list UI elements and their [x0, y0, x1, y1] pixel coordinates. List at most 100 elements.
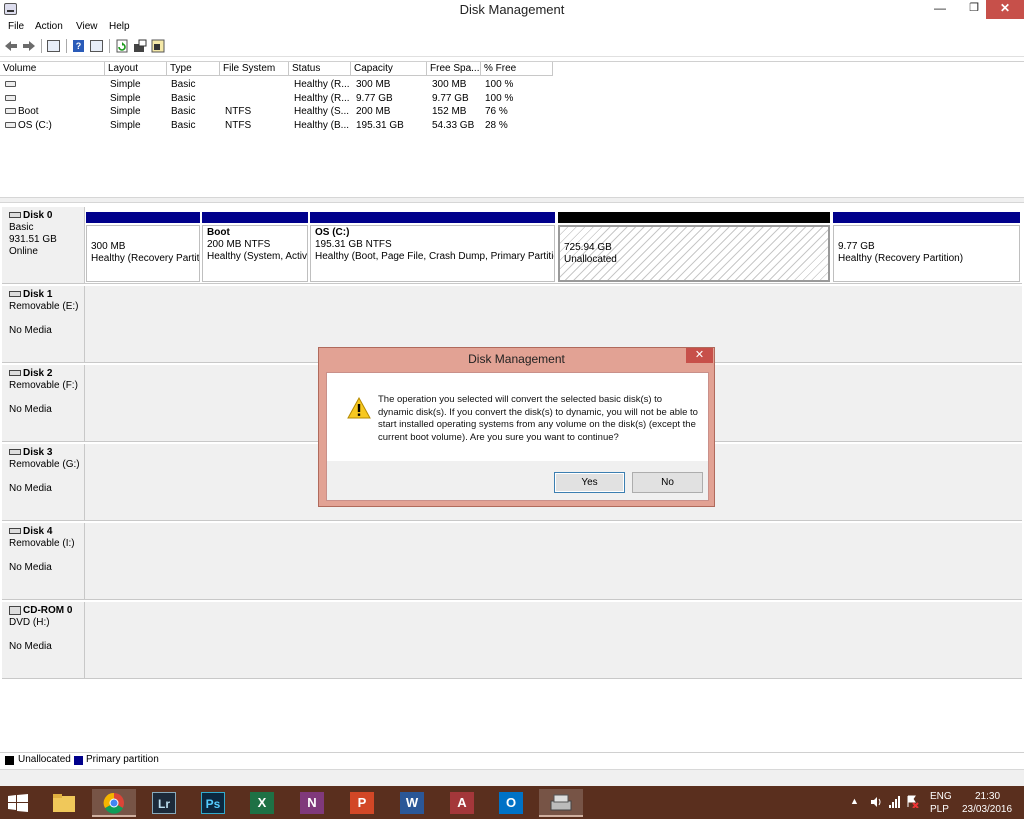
row-capacity: 195.31 GB — [356, 120, 404, 131]
taskbar-access[interactable]: A — [440, 789, 484, 817]
column-header-free-space[interactable]: Free Spa... — [427, 62, 481, 76]
disk-0-partitions: 300 MB Healthy (Recovery Partiti Boot 20… — [85, 207, 1022, 284]
network-icon[interactable] — [888, 796, 900, 808]
disk-management-icon — [550, 794, 572, 811]
window-title: Disk Management — [459, 2, 565, 17]
row-file-system — [222, 92, 289, 105]
partition-recovery-9gb[interactable]: 9.77 GB Healthy (Recovery Partition) — [833, 212, 1020, 282]
console-tree-icon[interactable] — [47, 40, 60, 52]
legend-primary-label: Primary partition — [86, 754, 159, 765]
properties-icon[interactable] — [90, 40, 103, 52]
help-icon[interactable]: ? — [73, 40, 84, 52]
yes-button[interactable]: Yes — [554, 472, 625, 493]
partition-recovery-300mb[interactable]: 300 MB Healthy (Recovery Partiti — [86, 212, 200, 282]
volume-settings-icon[interactable] — [151, 39, 165, 53]
disk-0-label[interactable]: Disk 0 Basic 931.51 GB Online — [2, 207, 85, 284]
disk-1-label[interactable]: Disk 1 Removable (E:) No Media — [2, 286, 85, 363]
disk-settings-icon[interactable] — [133, 39, 147, 53]
volume-icon[interactable] — [870, 796, 882, 808]
clock-time[interactable]: 21:30 — [975, 791, 1000, 802]
show-hidden-icons-icon[interactable]: ▲ — [850, 796, 859, 806]
column-header-layout[interactable]: Layout — [105, 62, 167, 76]
word-icon: W — [400, 792, 424, 814]
column-header-type[interactable]: Type — [167, 62, 220, 76]
column-header-percent-free[interactable]: % Free — [481, 62, 553, 76]
back-arrow-icon[interactable] — [4, 39, 18, 53]
disk-2-label[interactable]: Disk 2 Removable (F:) No Media — [2, 365, 85, 442]
dialog-message: The operation you selected will convert … — [378, 394, 698, 443]
cdrom-0-label[interactable]: CD-ROM 0 DVD (H:) No Media — [2, 602, 85, 679]
forward-arrow-icon[interactable] — [22, 39, 36, 53]
excel-icon: X — [250, 792, 274, 814]
column-header-status[interactable]: Status — [289, 62, 351, 76]
onenote-icon: N — [300, 792, 324, 814]
taskbar-powerpoint[interactable]: P — [340, 789, 384, 817]
taskbar-lightroom[interactable]: Lr — [142, 789, 186, 817]
menu-file[interactable]: File — [8, 21, 24, 32]
partition-boot[interactable]: Boot 200 MB NTFS Healthy (System, Activ — [202, 212, 308, 282]
disk-icon — [9, 528, 21, 535]
row-type: Basic — [171, 93, 196, 104]
disk-3-label[interactable]: Disk 3 Removable (G:) No Media — [2, 444, 85, 521]
photoshop-icon: Ps — [201, 792, 225, 814]
legend-unallocated-label: Unallocated — [18, 754, 71, 765]
taskbar-word[interactable]: W — [390, 789, 434, 817]
dialog-title: Disk Management — [468, 352, 565, 366]
disk-4-area — [85, 523, 1022, 600]
row-status: Healthy (R... — [294, 93, 350, 104]
row-layout: Simple — [110, 120, 141, 131]
disk-4-label[interactable]: Disk 4 Removable (I:) No Media — [2, 523, 85, 600]
action-center-icon[interactable] — [906, 795, 919, 808]
taskbar-file-explorer[interactable] — [42, 789, 86, 817]
row-file-system — [222, 78, 289, 91]
taskbar-photoshop[interactable]: Ps — [191, 789, 235, 817]
column-header-capacity[interactable]: Capacity — [351, 62, 427, 76]
powerpoint-icon: P — [350, 792, 374, 814]
drive-icon — [5, 122, 16, 129]
partition-bar — [202, 212, 308, 223]
dialog-body: The operation you selected will convert … — [326, 372, 709, 501]
row-percent-free: 100 % — [485, 93, 514, 104]
row-status: Healthy (B... — [294, 120, 350, 131]
row-capacity: 9.77 GB — [356, 93, 393, 104]
access-icon: A — [450, 792, 474, 814]
row-volume: OS (C:) — [2, 119, 105, 132]
taskbar-outlook[interactable]: O — [489, 789, 533, 817]
row-percent-free: 100 % — [485, 79, 514, 90]
taskbar-disk-management[interactable] — [539, 789, 583, 817]
keyboard-layout[interactable]: PLP — [930, 804, 949, 815]
restore-button[interactable]: ❐ — [960, 0, 988, 19]
taskbar-chrome[interactable] — [92, 789, 136, 817]
row-layout: Simple — [110, 106, 141, 117]
column-header-volume[interactable]: Volume — [0, 62, 105, 76]
refresh-icon[interactable] — [115, 39, 129, 53]
taskbar-onenote[interactable]: N — [290, 789, 334, 817]
menu-view[interactable]: View — [76, 21, 98, 32]
windows-start-icon[interactable] — [8, 794, 28, 812]
row-free-space: 9.77 GB — [432, 93, 469, 104]
toolbar: ? — [0, 36, 1024, 57]
close-button[interactable]: ✕ — [986, 0, 1024, 19]
pane-splitter[interactable] — [0, 197, 1024, 203]
partition-unallocated[interactable]: 725.94 GB Unallocated — [558, 212, 830, 282]
partition-os-c[interactable]: OS (C:) 195.31 GB NTFS Healthy (Boot, Pa… — [310, 212, 555, 282]
row-free-space: 54.33 GB — [432, 120, 475, 131]
menu-action[interactable]: Action — [35, 21, 63, 32]
minimize-button[interactable]: — — [926, 0, 954, 19]
clock-date[interactable]: 23/03/2016 — [962, 804, 1012, 815]
taskbar-excel[interactable]: X — [240, 789, 284, 817]
disk-icon — [9, 370, 21, 377]
row-status: Healthy (S... — [294, 106, 350, 117]
no-button[interactable]: No — [632, 472, 703, 493]
menu-help[interactable]: Help — [109, 21, 130, 32]
row-file-system: NTFS — [225, 106, 252, 117]
taskbar: Lr Ps X N P W A O ▲ ENG PLP 21:30 23/03/… — [0, 786, 1024, 819]
toolbar-separator — [66, 39, 67, 53]
language-indicator[interactable]: ENG — [930, 791, 952, 802]
column-header-file-system[interactable]: File System — [220, 62, 289, 76]
legend-unallocated-swatch — [5, 756, 14, 765]
row-free-space: 300 MB — [432, 79, 467, 90]
dialog-close-button[interactable]: ✕ — [686, 348, 713, 363]
cdrom-0-area — [85, 602, 1022, 679]
warning-icon — [347, 397, 371, 419]
